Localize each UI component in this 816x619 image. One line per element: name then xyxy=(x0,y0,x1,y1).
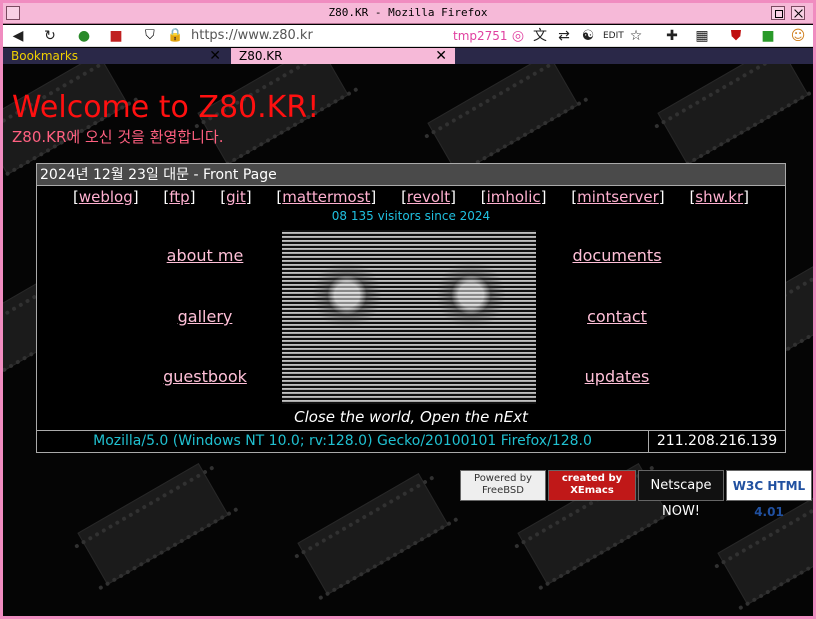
background-chip xyxy=(657,64,809,165)
user-agent-text: Mozilla/5.0 (Windows NT 10.0; rv:128.0) … xyxy=(37,431,649,452)
scanline-artwork xyxy=(282,230,536,404)
translate-icon[interactable]: ⇄ xyxy=(555,27,573,45)
tab-z80[interactable]: Z80.KR ✕ xyxy=(231,48,455,64)
maximize-button[interactable] xyxy=(771,6,785,20)
page-title: Welcome to Z80.KR! xyxy=(12,90,320,125)
reload-icon[interactable]: ↻ xyxy=(41,27,59,45)
link-ftp[interactable]: ftp xyxy=(169,188,189,206)
page-content: Welcome to Z80.KR! Z80.KR에 오신 것을 환영합니다. … xyxy=(3,64,813,616)
link-imholic[interactable]: imholic xyxy=(487,188,541,206)
tab-bookmarks[interactable]: Bookmarks ✕ xyxy=(3,48,229,64)
link-mintserver[interactable]: mintserver xyxy=(577,188,659,206)
xemacs-badge[interactable]: created by XEmacs xyxy=(548,470,636,501)
grid-icon[interactable]: ▦ xyxy=(693,27,711,45)
close-icon[interactable]: ✕ xyxy=(435,48,447,64)
url-text[interactable]: https://www.z80.kr xyxy=(191,28,313,43)
ip-address-text: 211.208.216.139 xyxy=(656,433,778,449)
tab-strip: Bookmarks ✕ Z80.KR ✕ xyxy=(3,48,813,64)
shield-icon[interactable]: ⛉ xyxy=(145,28,161,44)
background-chip xyxy=(427,64,579,175)
freebsd-badge[interactable]: Powered by FreeBSD xyxy=(460,470,546,501)
fingerprint-icon[interactable]: ◎ xyxy=(509,27,527,45)
info-row: Mozilla/5.0 (Windows NT 10.0; rv:128.0) … xyxy=(37,430,785,452)
flag-icon[interactable]: ☯ xyxy=(579,27,597,45)
extension-icon[interactable]: ■ xyxy=(759,27,777,45)
w3c-html-badge[interactable]: W3C HTML 4.01 xyxy=(726,470,812,519)
ublock-icon[interactable]: ⛊ xyxy=(727,27,745,45)
navigation-toolbar: ◀ ↻ ● ■ ⛉ 🔒 https://www.z80.kr tmp2751 ◎… xyxy=(3,25,813,47)
title-bar[interactable]: Z80.KR - Mozilla Firefox xyxy=(3,3,813,24)
nav-links: [weblog] [ftp] [git] [mattermost] [revol… xyxy=(72,188,749,206)
motto-text: Close the world, Open the nExt xyxy=(294,408,528,426)
close-icon[interactable]: ✕ xyxy=(209,48,221,64)
link-gallery[interactable]: gallery xyxy=(125,307,285,326)
link-revolt[interactable]: revolt xyxy=(407,188,450,206)
link-documents[interactable]: documents xyxy=(537,246,697,265)
netscape-badge[interactable]: Netscape NOW! xyxy=(638,470,724,519)
background-chip xyxy=(77,463,229,585)
back-arrow-icon[interactable]: ◀ xyxy=(9,27,27,45)
edit-icon[interactable]: EDIT xyxy=(603,27,624,45)
page-subtitle: Z80.KR에 오신 것을 환영합니다. xyxy=(12,128,224,146)
window-title: Z80.KR - Mozilla Firefox xyxy=(328,6,488,19)
puzzle-icon[interactable]: ✚ xyxy=(663,27,681,45)
link-mattermost[interactable]: mattermost xyxy=(282,188,370,206)
extension-icon[interactable]: ■ xyxy=(107,27,125,45)
front-page-panel: 2024년 12월 23일 대문 - Front Page [weblog] [… xyxy=(36,163,786,453)
translate-icon[interactable]: 文 xyxy=(531,27,549,45)
link-updates[interactable]: updates xyxy=(537,367,697,386)
lock-icon[interactable]: 🔒 xyxy=(167,28,183,44)
close-window-button[interactable] xyxy=(791,6,805,20)
panel-title: 2024년 12월 23일 대문 - Front Page xyxy=(37,164,785,186)
link-shw-kr[interactable]: shw.kr xyxy=(695,188,743,206)
visitor-counter: 08 135 visitors since 2024 xyxy=(331,209,491,223)
link-git[interactable]: git xyxy=(226,188,246,206)
link-guestbook[interactable]: guestbook xyxy=(125,367,285,386)
star-icon[interactable]: ☆ xyxy=(627,27,645,45)
link-weblog[interactable]: weblog xyxy=(79,188,133,206)
tab-label: Bookmarks xyxy=(11,49,79,63)
background-chip xyxy=(297,473,449,595)
tab-label: Z80.KR xyxy=(239,49,283,63)
link-about-me[interactable]: about me xyxy=(125,246,285,265)
link-contact[interactable]: contact xyxy=(537,307,697,326)
browser-window: Z80.KR - Mozilla Firefox ◀ ↻ ● ■ ⛉ 🔒 htt… xyxy=(0,0,816,619)
profile-badge: tmp2751 xyxy=(453,29,508,43)
extension-icon[interactable]: ● xyxy=(75,27,93,45)
avatar-icon[interactable]: ☺ xyxy=(789,27,807,45)
